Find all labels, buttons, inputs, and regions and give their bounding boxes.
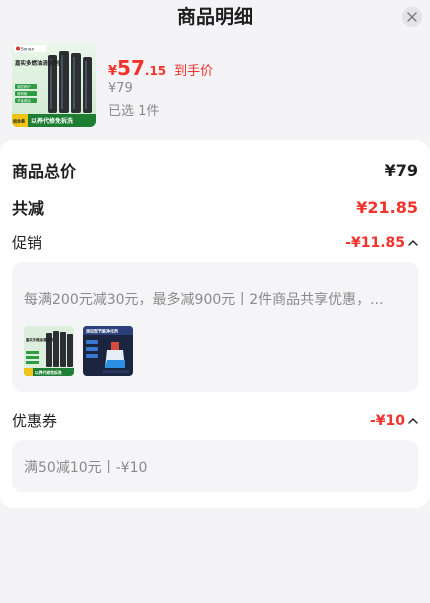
coupon-label: 优惠券 bbox=[12, 412, 58, 430]
product-detail-sheet: 商品明细 Sonax 嘉实多燃油清洁剂 深层养护 清积碳 节省燃油 组合装 以养… bbox=[0, 0, 430, 603]
coupon-detail-panel[interactable]: 满50减10元丨-¥10 bbox=[12, 440, 418, 492]
currency-symbol: ¥ bbox=[108, 64, 118, 79]
total-discount-row: 共减 ¥21.85 bbox=[12, 195, 418, 219]
svg-text:节省燃油: 节省燃油 bbox=[17, 98, 31, 103]
sheet-title: 商品明细 bbox=[176, 6, 253, 28]
final-price: ¥ 57 .15 到手价 bbox=[108, 57, 213, 79]
coupon-description: 满50减10元丨-¥10 bbox=[24, 460, 148, 476]
svg-text:以养代修免拆洗: 以养代修免拆洗 bbox=[31, 117, 73, 125]
sheet-header: 商品明细 Sonax 嘉实多燃油清洁剂 深层养护 清积碳 节省燃油 组合装 以养… bbox=[0, 0, 430, 140]
promotion-value[interactable]: -¥11.85 bbox=[345, 235, 418, 251]
promotion-row[interactable]: 促销 -¥11.85 bbox=[12, 232, 418, 253]
promotion-amount: -¥11.85 bbox=[345, 234, 405, 251]
price-integer: 57 bbox=[117, 56, 145, 80]
svg-text:清积碳: 清积碳 bbox=[17, 91, 28, 96]
promotion-description: 每满200元减30元，最多减900元丨2件商品共享优惠，... bbox=[24, 292, 384, 308]
total-price-label: 商品总价 bbox=[12, 162, 77, 181]
coupon-row[interactable]: 优惠券 -¥10 bbox=[12, 410, 418, 431]
price-decimal: .15 bbox=[144, 64, 167, 78]
svg-text:深层养护: 深层养护 bbox=[17, 84, 31, 89]
chevron-up-icon bbox=[408, 239, 418, 246]
promotion-detail-panel[interactable]: 每满200元减30元，最多减900元丨2件商品共享优惠，... 嘉实多燃油清洁剂 bbox=[12, 262, 418, 392]
price-breakdown-card: 商品总价 ¥79 共减 ¥21.85 促销 -¥11.85 每满200元减30元… bbox=[0, 140, 430, 508]
original-price: ¥79 bbox=[108, 81, 133, 96]
promo-product-thumbnail-2[interactable]: 添加型节能净化剂 bbox=[83, 326, 133, 376]
selected-count: 已选 1件 bbox=[108, 104, 160, 119]
coupon-amount: -¥10 bbox=[369, 412, 405, 429]
product-image[interactable]: Sonax 嘉实多燃油清洁剂 深层养护 清积碳 节省燃油 组合装 以养代修免拆洗 bbox=[12, 43, 96, 127]
total-discount-label: 共减 bbox=[12, 199, 45, 218]
svg-text:嘉实多燃油清洁剂: 嘉实多燃油清洁剂 bbox=[14, 59, 60, 67]
total-discount-value: ¥21.85 bbox=[356, 197, 418, 217]
price-tag: 到手价 bbox=[174, 64, 214, 79]
svg-text:以养代修免拆洗: 以养代修免拆洗 bbox=[35, 370, 62, 375]
total-price-row: 商品总价 ¥79 bbox=[12, 158, 418, 182]
total-price-value: ¥79 bbox=[384, 160, 418, 180]
svg-text:Sonax: Sonax bbox=[21, 46, 34, 51]
promotion-label: 促销 bbox=[12, 234, 43, 252]
svg-text:嘉实多燃油清洁剂: 嘉实多燃油清洁剂 bbox=[25, 337, 54, 342]
svg-text:添加型节能净化剂: 添加型节能净化剂 bbox=[86, 328, 118, 334]
coupon-value[interactable]: -¥10 bbox=[370, 413, 418, 429]
svg-text:组合装: 组合装 bbox=[13, 118, 25, 124]
chevron-up-icon bbox=[408, 417, 418, 424]
close-button[interactable] bbox=[402, 7, 422, 27]
close-icon bbox=[407, 12, 417, 22]
promo-product-thumbnail-1[interactable]: 嘉实多燃油清洁剂 以养代修免拆洗 bbox=[24, 326, 74, 376]
